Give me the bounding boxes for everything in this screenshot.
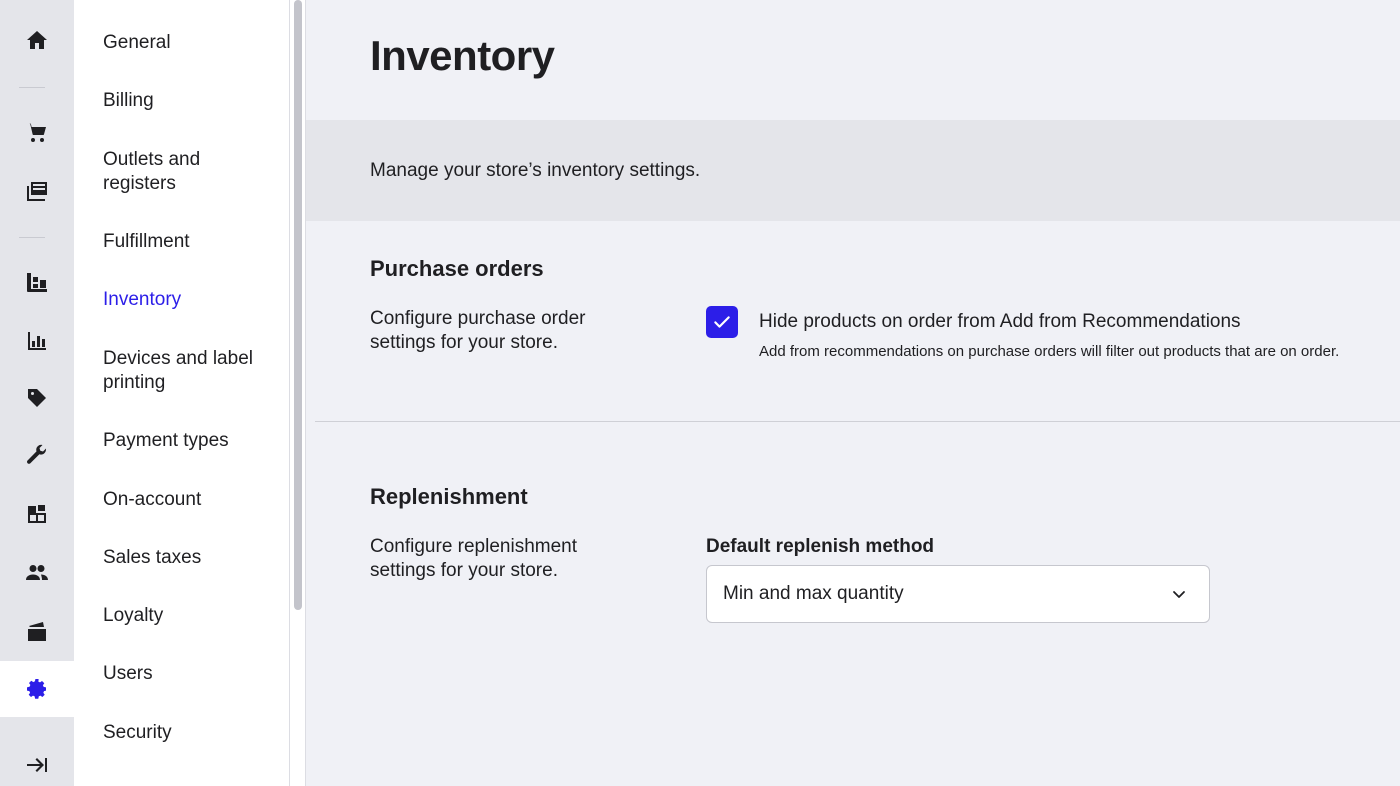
reports-icon[interactable]: [0, 313, 74, 369]
checkmark-icon: [714, 316, 730, 328]
nav-item-fulfillment[interactable]: Fulfillment: [103, 230, 278, 254]
wrench-icon[interactable]: [0, 427, 74, 483]
replenishment-description: Configure replenishment settings for you…: [370, 536, 578, 581]
rail-divider: [19, 87, 45, 88]
section-divider: [315, 421, 1400, 422]
page-description-banner: Manage your store’s inventory settings.: [306, 120, 1400, 221]
rail-divider: [19, 237, 45, 238]
replenish-method-value: Min and max quantity: [723, 583, 904, 604]
settings-nav: General Billing Outlets and registers Fu…: [74, 0, 290, 786]
home-icon[interactable]: [0, 12, 74, 68]
main-content: Inventory Manage your store’s inventory …: [306, 0, 1400, 786]
nav-item-security[interactable]: Security: [103, 721, 278, 745]
wallet-icon[interactable]: [0, 604, 74, 660]
nav-scrollbar-thumb[interactable]: [294, 0, 302, 610]
purchase-orders-description: Configure purchase order settings for yo…: [370, 308, 586, 353]
page-title: Inventory: [370, 32, 555, 79]
nav-item-inventory[interactable]: Inventory: [103, 288, 278, 312]
nav-item-billing[interactable]: Billing: [103, 89, 278, 113]
nav-item-payment-types[interactable]: Payment types: [103, 429, 278, 453]
hide-on-order-checkbox[interactable]: [706, 306, 738, 338]
inventory-cart-icon[interactable]: [0, 255, 74, 311]
catalog-icon[interactable]: [0, 162, 74, 218]
purchase-orders-title: Purchase orders: [370, 256, 544, 281]
nav-item-on-account[interactable]: On-account: [103, 488, 278, 512]
nav-item-users[interactable]: Users: [103, 662, 278, 686]
nav-item-general[interactable]: General: [103, 31, 278, 55]
gear-icon[interactable]: [0, 661, 74, 717]
cart-icon[interactable]: [0, 104, 74, 160]
nav-item-outlets[interactable]: Outlets and registers: [103, 148, 278, 196]
tag-icon[interactable]: [0, 370, 74, 426]
customers-icon[interactable]: [0, 544, 74, 600]
nav-item-devices[interactable]: Devices and label printing: [103, 347, 278, 395]
nav-item-sales-taxes[interactable]: Sales taxes: [103, 546, 278, 570]
icon-rail: [0, 0, 74, 786]
expand-icon[interactable]: [0, 737, 74, 786]
page-description: Manage your store’s inventory settings.: [370, 160, 701, 181]
nav-item-loyalty[interactable]: Loyalty: [103, 604, 278, 628]
chevron-down-icon: [1173, 591, 1185, 598]
replenishment-title: Replenishment: [370, 484, 528, 509]
nav-scrollbar[interactable]: [290, 0, 306, 786]
hide-on-order-label[interactable]: Hide products on order from Add from Rec…: [759, 311, 1241, 333]
boxes-icon[interactable]: [0, 486, 74, 542]
replenish-method-select[interactable]: Min and max quantity: [706, 565, 1210, 623]
replenish-method-label: Default replenish method: [706, 536, 935, 557]
hide-on-order-help: Add from recommendations on purchase ord…: [759, 343, 1340, 360]
